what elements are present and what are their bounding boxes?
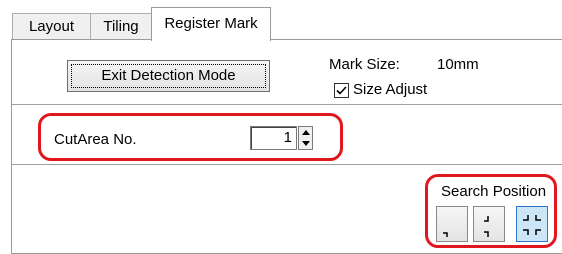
size-adjust-checkbox[interactable] — [334, 83, 349, 98]
corners-four-icon — [523, 215, 541, 235]
tab-layout[interactable]: Layout — [12, 13, 91, 40]
cut-area-spinner[interactable] — [298, 126, 313, 150]
tab-strip: Layout Tiling Register Mark — [0, 0, 562, 41]
cut-area-label: CutArea No. — [54, 131, 137, 148]
checkmark-icon — [336, 86, 347, 95]
mark-size-label: Mark Size: — [329, 56, 400, 73]
corner-bottom-left-icon — [443, 232, 448, 237]
spin-down-button[interactable] — [299, 138, 312, 149]
exit-detection-mode-button[interactable]: Exit Detection Mode — [67, 60, 270, 92]
focus-rectangle — [71, 64, 266, 88]
size-adjust-label: Size Adjust — [353, 81, 428, 98]
search-position-button-3[interactable] — [516, 206, 548, 242]
tab-register-mark[interactable]: Register Mark — [151, 7, 271, 41]
cut-area-input[interactable]: 1 — [250, 126, 297, 150]
mark-size-value: 10mm — [437, 56, 479, 73]
spin-up-button[interactable] — [299, 127, 312, 138]
search-position-button-2[interactable] — [473, 206, 505, 242]
corners-two-right-icon — [484, 216, 489, 237]
search-position-label: Search Position — [441, 183, 547, 200]
arrow-up-icon — [301, 130, 310, 135]
tab-tiling[interactable]: Tiling — [90, 13, 152, 40]
section-divider-2 — [12, 164, 562, 166]
search-position-button-1[interactable] — [436, 206, 468, 242]
section-divider — [12, 104, 562, 106]
arrow-down-icon — [301, 141, 310, 146]
